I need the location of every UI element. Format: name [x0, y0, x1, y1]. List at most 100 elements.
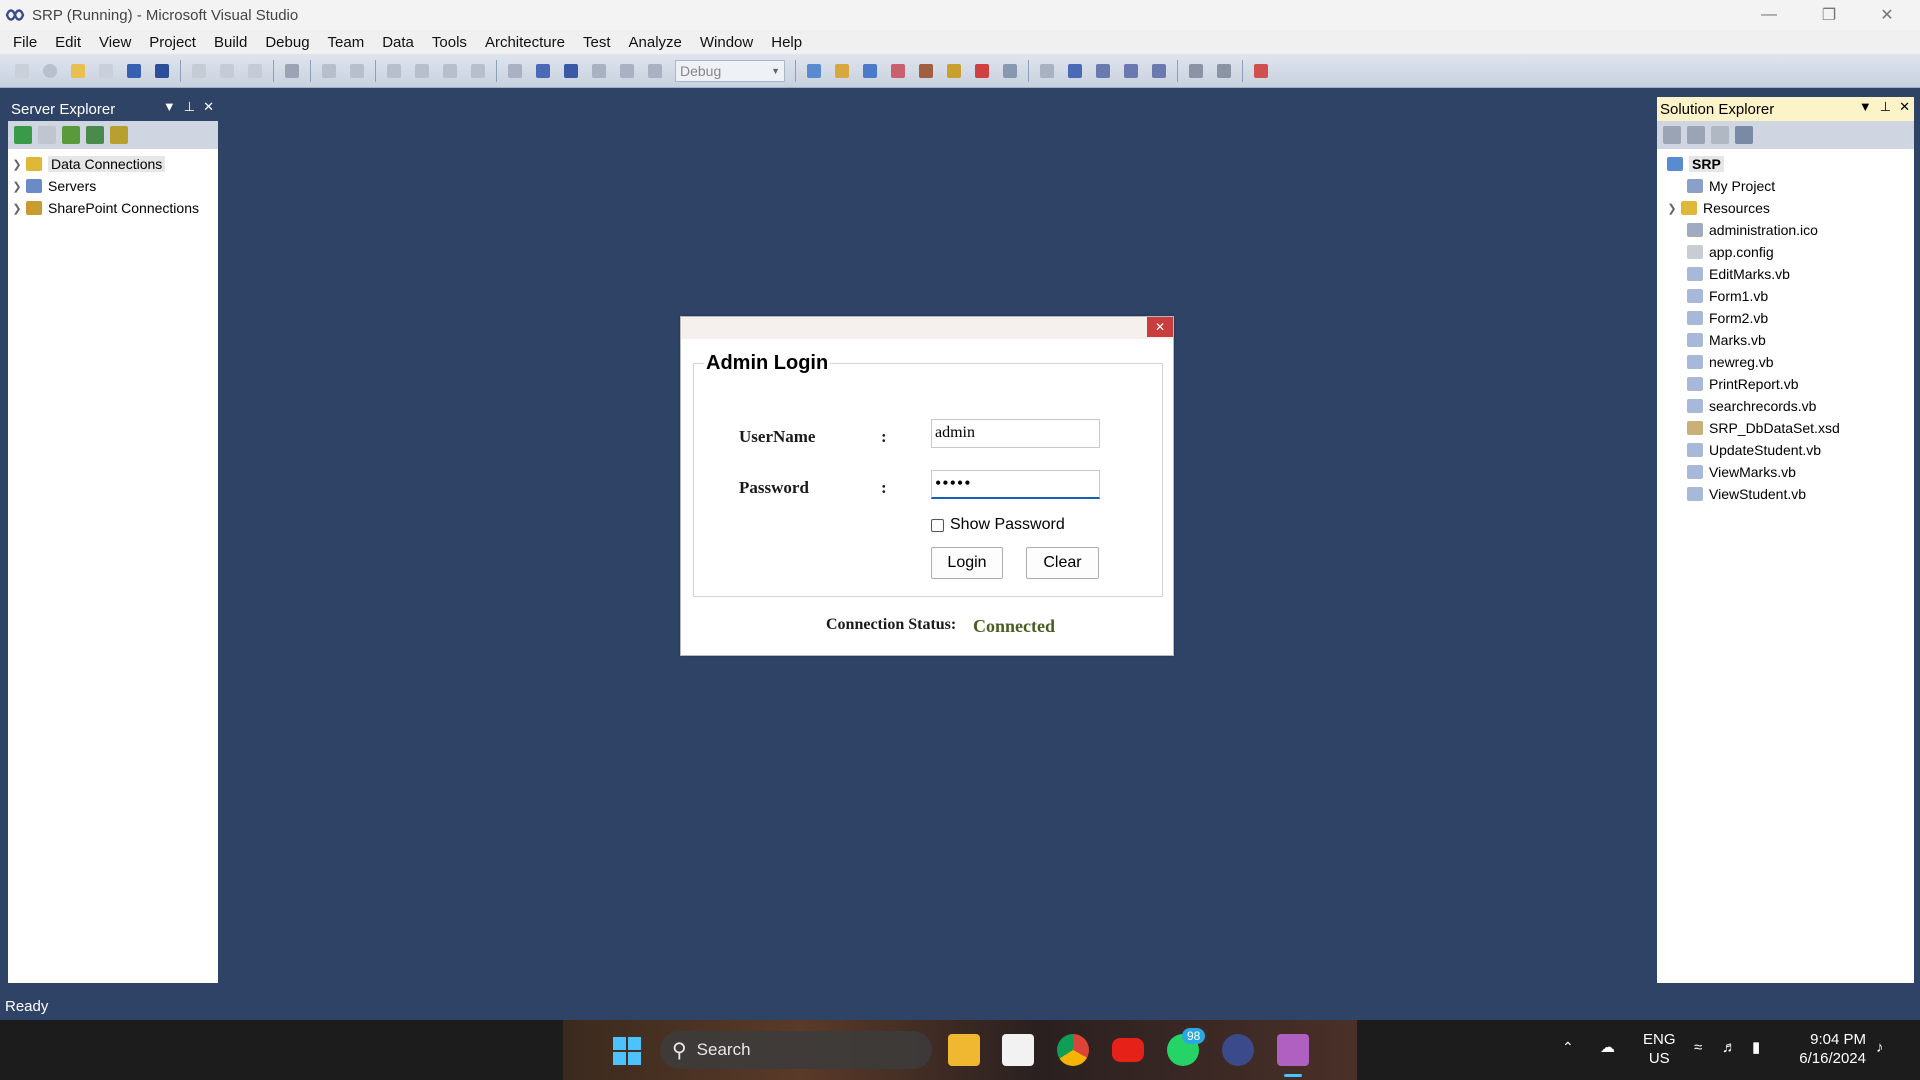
- save-icon[interactable]: [123, 60, 145, 82]
- youtube-icon[interactable]: [1112, 1038, 1144, 1062]
- breakpoints-window-icon[interactable]: [1064, 60, 1086, 82]
- expand-arrow-icon[interactable]: ❯: [8, 158, 26, 171]
- pin-icon[interactable]: ⊥: [184, 99, 195, 115]
- toolbox-icon[interactable]: [915, 60, 937, 82]
- clock[interactable]: 9:04 PM 6/16/2024: [1790, 1030, 1866, 1068]
- tree-item-my-project[interactable]: My Project: [1657, 175, 1914, 197]
- connect-to-server-icon[interactable]: [86, 126, 104, 144]
- file-explorer-icon[interactable]: [948, 1034, 980, 1066]
- tree-item-file[interactable]: newreg.vb: [1657, 351, 1914, 373]
- tree-item-file[interactable]: PrintReport.vb: [1657, 373, 1914, 395]
- onedrive-icon[interactable]: ☁: [1600, 1038, 1615, 1057]
- exceptions-icon[interactable]: [1250, 60, 1272, 82]
- menu-build[interactable]: Build: [205, 34, 256, 51]
- tree-item-file[interactable]: ViewMarks.vb: [1657, 461, 1914, 483]
- solution-explorer-icon[interactable]: [831, 60, 853, 82]
- tree-item-file[interactable]: administration.ico: [1657, 219, 1914, 241]
- tree-item-file[interactable]: ViewStudent.vb: [1657, 483, 1914, 505]
- volume-icon[interactable]: ♬: [1722, 1038, 1737, 1057]
- pin-icon[interactable]: ⊥: [1880, 99, 1891, 115]
- close-icon[interactable]: ✕: [1147, 317, 1173, 337]
- tree-item-srp-project[interactable]: SRP: [1657, 153, 1914, 175]
- menu-file[interactable]: File: [4, 34, 46, 51]
- show-next-statement-icon[interactable]: [1036, 60, 1058, 82]
- undo-icon[interactable]: [383, 60, 405, 82]
- view-class-diagram-icon[interactable]: [1735, 126, 1753, 144]
- server-explorer-icon[interactable]: [943, 60, 965, 82]
- menu-test[interactable]: Test: [574, 34, 620, 51]
- tree-item-file[interactable]: EditMarks.vb: [1657, 263, 1914, 285]
- locals-window-icon[interactable]: [1092, 60, 1114, 82]
- menu-view[interactable]: View: [90, 34, 140, 51]
- object-browser-icon[interactable]: [887, 60, 909, 82]
- show-all-files-icon[interactable]: [1687, 126, 1705, 144]
- add-item-icon[interactable]: [39, 60, 61, 82]
- tree-item-file[interactable]: Marks.vb: [1657, 329, 1914, 351]
- step-into-icon[interactable]: [588, 60, 610, 82]
- stop-icon[interactable]: [560, 60, 582, 82]
- output-window-icon[interactable]: [999, 60, 1021, 82]
- panel-menu-icon[interactable]: ▼: [1859, 99, 1872, 115]
- find-in-files-icon[interactable]: [803, 60, 825, 82]
- clear-button[interactable]: Clear: [1026, 547, 1099, 579]
- menu-team[interactable]: Team: [319, 34, 374, 51]
- immediate-window-icon[interactable]: [1185, 60, 1207, 82]
- redo-icon[interactable]: [411, 60, 433, 82]
- find-icon[interactable]: [281, 60, 303, 82]
- menu-help[interactable]: Help: [762, 34, 811, 51]
- watch-window-icon[interactable]: [1120, 60, 1142, 82]
- solution-configuration-select[interactable]: Debug ▼: [675, 59, 785, 82]
- start-debugging-icon[interactable]: [504, 60, 526, 82]
- properties-icon[interactable]: [1663, 126, 1681, 144]
- tree-item-file[interactable]: Form1.vb: [1657, 285, 1914, 307]
- refresh-icon[interactable]: [1711, 126, 1729, 144]
- minimize-button[interactable]: —: [1740, 0, 1798, 30]
- panel-menu-icon[interactable]: ▼: [163, 99, 176, 115]
- username-input[interactable]: admin: [931, 419, 1100, 448]
- tree-item-file[interactable]: Form2.vb: [1657, 307, 1914, 329]
- connect-to-database-icon[interactable]: [62, 126, 80, 144]
- tree-item-file[interactable]: app.config: [1657, 241, 1914, 263]
- battery-icon[interactable]: ▮: [1752, 1038, 1760, 1057]
- open-file-icon[interactable]: [67, 60, 89, 82]
- menu-tools[interactable]: Tools: [423, 34, 476, 51]
- show-password-checkbox[interactable]: [931, 518, 944, 532]
- save-all-icon[interactable]: [151, 60, 173, 82]
- paste-icon[interactable]: [244, 60, 266, 82]
- uncomment-icon[interactable]: [346, 60, 368, 82]
- chrome-icon[interactable]: [1057, 1034, 1089, 1066]
- tree-item-file[interactable]: UpdateStudent.vb: [1657, 439, 1914, 461]
- properties-window-icon[interactable]: [859, 60, 881, 82]
- menu-data[interactable]: Data: [373, 34, 423, 51]
- call-stack-icon[interactable]: [1148, 60, 1170, 82]
- close-button[interactable]: ✕: [1858, 0, 1916, 30]
- menu-window[interactable]: Window: [691, 34, 762, 51]
- step-over-icon[interactable]: [616, 60, 638, 82]
- navigate-forward-icon[interactable]: [467, 60, 489, 82]
- tree-item-file[interactable]: SRP_DbDataSet.xsd: [1657, 417, 1914, 439]
- tree-item-file[interactable]: searchrecords.vb: [1657, 395, 1914, 417]
- windows-start-icon[interactable]: [612, 1036, 642, 1066]
- login-button[interactable]: Login: [931, 547, 1003, 579]
- menu-architecture[interactable]: Architecture: [476, 34, 574, 51]
- show-password-label[interactable]: Show Password: [950, 516, 1065, 534]
- connect-to-sharepoint-icon[interactable]: [110, 126, 128, 144]
- add-new-item-icon[interactable]: [95, 60, 117, 82]
- tree-item-data-connections[interactable]: ❯ Data Connections: [8, 153, 218, 175]
- cut-icon[interactable]: [188, 60, 210, 82]
- refresh-icon[interactable]: [14, 126, 32, 144]
- close-icon[interactable]: ✕: [1899, 99, 1910, 115]
- new-project-icon[interactable]: [11, 60, 33, 82]
- language-indicator[interactable]: ENG US: [1643, 1030, 1676, 1068]
- tree-item-resources[interactable]: ❯ Resources: [1657, 197, 1914, 219]
- show-hidden-icons-chevron-up-icon[interactable]: ⌃: [1562, 1038, 1574, 1057]
- restore-button[interactable]: ❐: [1800, 0, 1858, 30]
- expand-arrow-icon[interactable]: ❯: [8, 202, 26, 215]
- visual-studio-icon[interactable]: [1222, 1034, 1254, 1066]
- menu-project[interactable]: Project: [140, 34, 205, 51]
- tree-item-sharepoint-connections[interactable]: ❯ SharePoint Connections: [8, 197, 218, 219]
- tree-item-servers[interactable]: ❯ Servers: [8, 175, 218, 197]
- microsoft-store-icon[interactable]: [1002, 1034, 1034, 1066]
- copy-icon[interactable]: [216, 60, 238, 82]
- error-list-icon[interactable]: [971, 60, 993, 82]
